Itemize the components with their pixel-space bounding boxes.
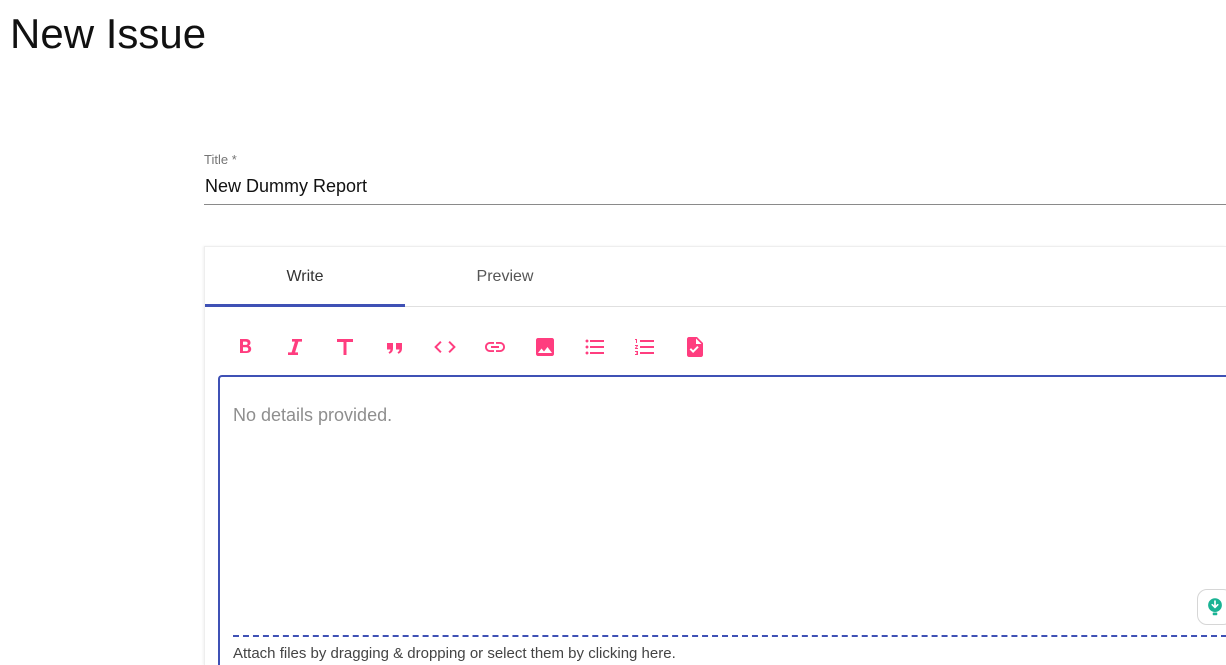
quote-icon [387,343,402,354]
code-icon [434,341,456,353]
title-field: Title * [204,152,1226,205]
unordered-list-icon [585,339,604,355]
editor-body: Attach files by dragging & dropping or s… [218,375,1226,665]
image-icon [536,338,554,356]
markdown-editor: Write Preview No details provided. Attac… [204,246,1226,665]
bold-button[interactable] [229,331,261,363]
editor-tabs: Write Preview [205,247,1226,307]
assist-button[interactable] [1197,589,1226,625]
page-title: New Issue [10,10,207,57]
italic-button[interactable] [279,331,311,363]
checked-file-icon [687,337,703,357]
heading-button[interactable] [329,331,361,363]
heading-icon [337,339,353,355]
title-input[interactable] [204,168,1226,205]
editor-toolbar [229,331,711,363]
link-button[interactable] [479,331,511,363]
unordered-list-button[interactable] [579,331,611,363]
link-icon [485,342,505,352]
lightbulb-icon [1208,598,1222,616]
ordered-list-button[interactable] [629,331,661,363]
image-button[interactable] [529,331,561,363]
bold-icon [240,339,252,353]
tab-preview[interactable]: Preview [405,247,605,306]
quote-button[interactable] [379,331,411,363]
ordered-list-icon [635,339,654,355]
details-textarea[interactable] [220,377,1226,635]
code-button[interactable] [429,331,461,363]
tab-write[interactable]: Write [205,247,405,307]
title-label: Title * [204,152,237,167]
italic-icon [288,339,302,355]
attach-files-dropzone[interactable]: Attach files by dragging & dropping or s… [233,635,1226,665]
checked-file-button[interactable] [679,331,711,363]
